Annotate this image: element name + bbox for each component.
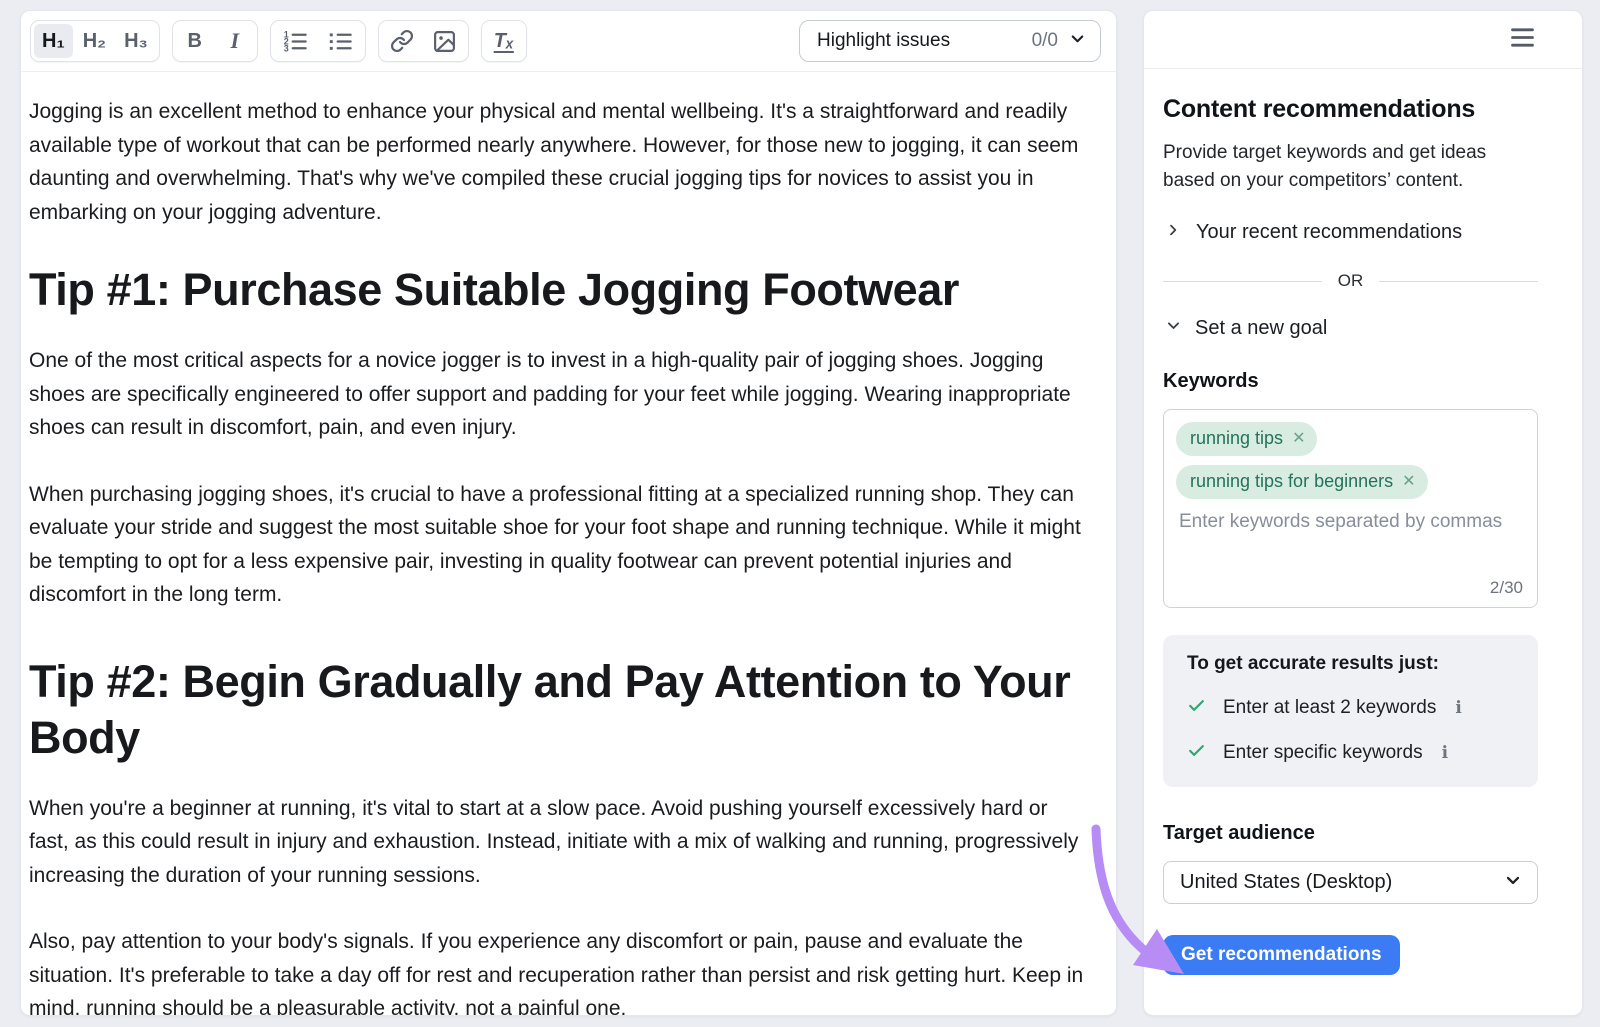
bold-button[interactable]: B	[176, 24, 214, 58]
or-divider: OR	[1163, 271, 1538, 291]
image-icon	[432, 29, 457, 54]
heading-button-group: H₁ H₂ H₃	[30, 20, 160, 62]
divider-line	[1379, 281, 1538, 282]
accuracy-tips-box: To get accurate results just: Enter at l…	[1163, 635, 1538, 787]
get-recommendations-button[interactable]: Get recommendations	[1163, 935, 1400, 975]
clear-formatting-button[interactable]: Tₓ	[485, 24, 523, 58]
keywords-input[interactable]: running tips ✕ running tips for beginner…	[1163, 409, 1538, 608]
chevron-right-icon	[1165, 221, 1181, 244]
editor-content-area[interactable]: Jogging is an excellent method to enhanc…	[21, 72, 1116, 1016]
hamburger-menu-icon[interactable]	[1509, 27, 1536, 53]
italic-button[interactable]: I	[216, 24, 254, 58]
image-button[interactable]	[424, 24, 465, 58]
paragraph: Also, pay attention to your body's signa…	[29, 925, 1088, 1016]
ordered-list-icon: 1 2 3	[282, 28, 309, 55]
info-icon[interactable]: ℹ	[1442, 743, 1448, 763]
target-audience-value: United States (Desktop)	[1180, 871, 1392, 894]
insert-button-group	[378, 20, 469, 62]
heading-tip-1: Tip #1: Purchase Suitable Jogging Footwe…	[29, 262, 1088, 318]
list-button-group: 1 2 3	[270, 20, 366, 62]
ordered-list-button[interactable]: 1 2 3	[274, 24, 317, 58]
text-style-button-group: B I	[172, 20, 258, 62]
chevron-down-icon	[1503, 870, 1523, 896]
chevron-down-icon	[1068, 29, 1087, 53]
remove-keyword-icon[interactable]: ✕	[1402, 474, 1415, 490]
keyword-tag-label: running tips for beginners	[1190, 471, 1393, 492]
keywords-counter: 2/30	[1490, 578, 1523, 598]
keyword-tag: running tips for beginners ✕	[1176, 465, 1428, 499]
link-icon	[390, 29, 414, 53]
highlight-issues-dropdown[interactable]: Highlight issues 0/0	[799, 20, 1101, 62]
set-new-goal-label: Set a new goal	[1195, 317, 1327, 340]
target-audience-select[interactable]: United States (Desktop)	[1163, 861, 1538, 904]
divider-line	[1163, 281, 1322, 282]
h2-button[interactable]: H₂	[75, 24, 114, 58]
keywords-heading: Keywords	[1163, 370, 1538, 393]
target-audience-heading: Target audience	[1163, 822, 1538, 845]
highlight-issues-label: Highlight issues	[817, 30, 1022, 52]
checkmark-icon	[1187, 741, 1206, 765]
tip-row: Enter specific keywords ℹ	[1187, 741, 1522, 765]
chevron-down-icon	[1165, 317, 1182, 340]
or-label: OR	[1338, 271, 1364, 291]
clear-format-button-group: Tₓ	[481, 20, 527, 62]
h3-button[interactable]: H₃	[116, 24, 156, 58]
accuracy-tips-heading: To get accurate results just:	[1187, 653, 1522, 675]
heading-tip-2: Tip #2: Begin Gradually and Pay Attentio…	[29, 654, 1088, 766]
tip-text: Enter at least 2 keywords	[1223, 697, 1436, 719]
recent-recommendations-toggle[interactable]: Your recent recommendations	[1165, 221, 1538, 244]
panel-title: Content recommendations	[1163, 95, 1538, 124]
keywords-placeholder: Enter keywords separated by commas	[1176, 511, 1525, 533]
recent-recommendations-label: Your recent recommendations	[1196, 221, 1462, 244]
paragraph: When you're a beginner at running, it's …	[29, 792, 1088, 893]
bullet-list-icon	[327, 28, 354, 55]
set-new-goal-toggle[interactable]: Set a new goal	[1165, 317, 1538, 340]
keyword-tag: running tips ✕	[1176, 422, 1317, 456]
content-recommendations-panel: Content recommendations Provide target k…	[1143, 10, 1583, 1016]
remove-keyword-icon[interactable]: ✕	[1292, 431, 1305, 447]
link-button[interactable]	[382, 24, 422, 58]
tip-row: Enter at least 2 keywords ℹ	[1187, 696, 1522, 720]
panel-header	[1144, 11, 1582, 69]
checkmark-icon	[1187, 696, 1206, 720]
tip-text: Enter specific keywords	[1223, 742, 1423, 764]
info-icon[interactable]: ℹ	[1455, 698, 1461, 718]
editor-panel: H₁ H₂ H₃ B I 1 2 3	[20, 10, 1117, 1016]
paragraph: One of the most critical aspects for a n…	[29, 344, 1088, 445]
keyword-tag-label: running tips	[1190, 428, 1283, 449]
h1-button[interactable]: H₁	[34, 24, 73, 58]
svg-text:3: 3	[283, 43, 288, 53]
bullet-list-button[interactable]	[319, 24, 362, 58]
paragraph: When purchasing jogging shoes, it's cruc…	[29, 478, 1088, 612]
highlight-issues-count: 0/0	[1032, 30, 1058, 52]
paragraph: Jogging is an excellent method to enhanc…	[29, 95, 1088, 229]
editor-toolbar: H₁ H₂ H₃ B I 1 2 3	[21, 11, 1116, 72]
panel-description: Provide target keywords and get ideas ba…	[1163, 139, 1538, 195]
